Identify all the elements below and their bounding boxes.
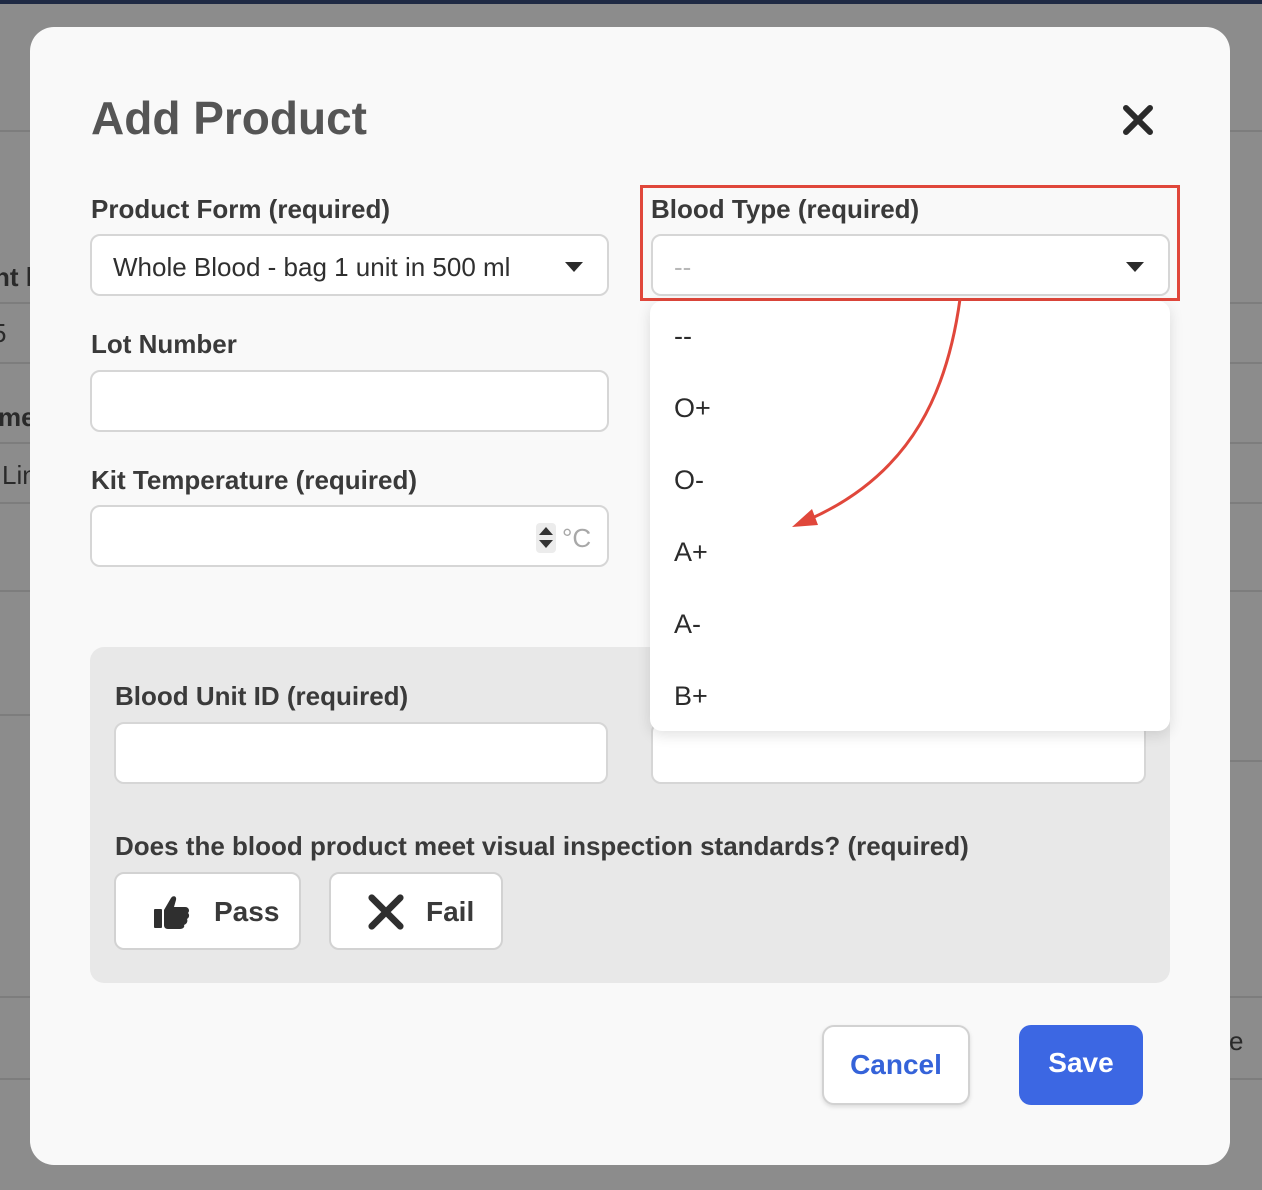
blood-type-option[interactable]: O+ [674,393,711,424]
close-icon[interactable] [1122,104,1154,136]
background-divider [1230,502,1262,504]
background-divider [1230,1078,1262,1080]
background-divider [1230,996,1262,998]
lot-number-input[interactable] [90,370,609,432]
fail-button-label: Fail [426,896,475,927]
pass-button[interactable]: Pass [114,872,301,950]
secondary-input[interactable] [651,722,1146,784]
caret-down-icon [565,262,583,272]
background-divider [0,502,30,504]
blood-type-dropdown-menu: -- O+ O- A+ A- B+ [650,301,1170,731]
modal-title: Add Product [91,92,367,144]
background-divider [1230,442,1262,444]
blood-type-option[interactable]: A+ [674,537,708,568]
background-text: nt l [0,262,33,292]
blood-type-option[interactable]: -- [674,321,692,352]
number-spinner-icon[interactable] [536,523,556,553]
blood-type-option[interactable]: B+ [674,681,708,712]
spinner-up-icon[interactable] [539,527,553,535]
blood-unit-id-input[interactable] [114,722,608,784]
add-product-modal: Add Product Product Form (required) Whol… [30,27,1230,1165]
annotation-highlight-box [640,185,1180,301]
background-divider [1230,590,1262,592]
background-divider [0,362,30,364]
kit-temperature-label: Kit Temperature (required) [91,465,418,495]
temperature-unit: °C [562,523,592,553]
pass-button-label: Pass [214,896,280,927]
save-button-label: Save [1048,1047,1114,1078]
x-icon [368,894,404,930]
background-divider [1230,760,1262,762]
background-divider [1230,130,1262,132]
blood-type-option[interactable]: O- [674,465,704,496]
lot-number-label: Lot Number [91,329,237,359]
background-text: e [1229,1026,1244,1056]
background-divider [0,1078,30,1080]
inspection-question: Does the blood product meet visual inspe… [115,831,969,861]
fail-button[interactable]: Fail [329,872,503,950]
background-divider [0,130,30,132]
background-divider [0,302,30,304]
blood-unit-id-label: Blood Unit ID (required) [115,681,409,711]
background-text: 5 [0,318,6,349]
background-divider [1230,362,1262,364]
background-divider [0,590,30,592]
product-form-select[interactable]: Whole Blood - bag 1 unit in 500 ml [90,234,609,296]
background-divider [1230,302,1262,304]
cancel-button[interactable]: Cancel [822,1025,970,1105]
product-form-value: Whole Blood - bag 1 unit in 500 ml [113,252,511,282]
kit-temperature-input[interactable]: °C [90,505,609,567]
blood-type-option[interactable]: A- [674,609,701,640]
save-button[interactable]: Save [1019,1025,1143,1105]
cancel-button-label: Cancel [850,1049,942,1080]
product-form-label: Product Form (required) [91,194,391,224]
app-top-bar [0,0,1262,4]
thumbs-up-icon [154,896,190,929]
background-divider [0,442,30,444]
spinner-down-icon[interactable] [539,540,553,548]
background-divider [0,714,30,716]
background-divider [0,996,30,998]
